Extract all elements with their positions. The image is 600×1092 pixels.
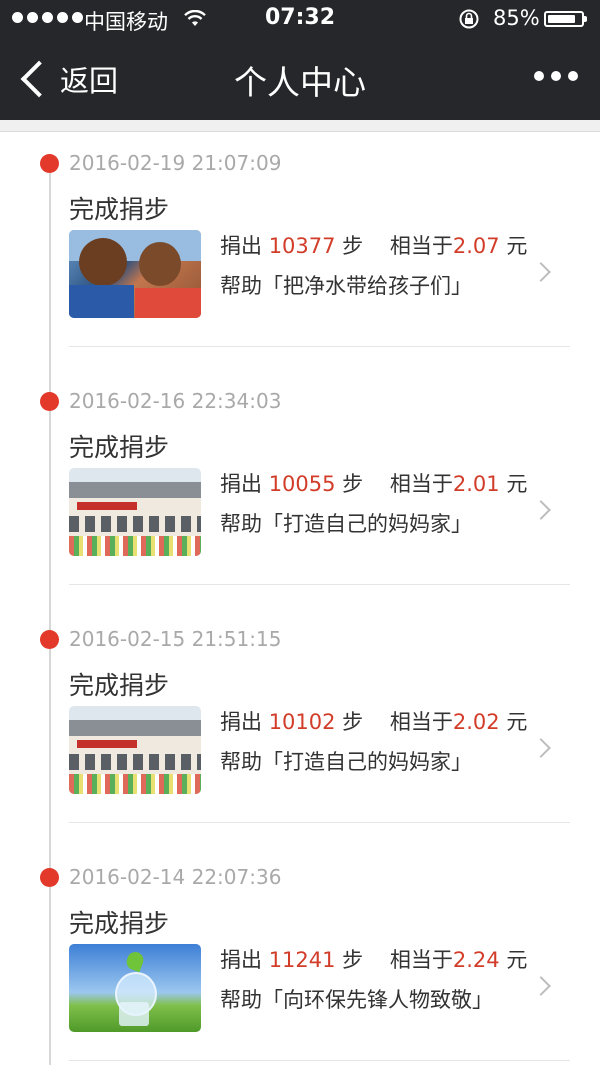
steps-count: 10055 <box>268 472 336 496</box>
entry-action: 完成捐步 <box>69 433 170 462</box>
entry-action: 完成捐步 <box>69 195 170 224</box>
amount-value: 2.02 <box>452 710 500 734</box>
entry-timestamp: 2016-02-19 21:07:09 <box>69 151 282 175</box>
project-thumbnail <box>69 944 201 1032</box>
timeline-dot <box>40 392 59 411</box>
donation-summary: 捐出 10102 步 相当于2.02 元 <box>220 710 528 734</box>
project-name: 帮助「打造自己的妈妈家」 <box>220 512 472 536</box>
timeline-entry: 2016-02-19 21:07:09 完成捐步 捐出 10377 步 相当于2… <box>0 140 600 378</box>
timeline-dot <box>40 868 59 887</box>
entry-action: 完成捐步 <box>69 909 170 938</box>
battery-icon <box>544 11 587 27</box>
donation-summary: 捐出 11241 步 相当于2.24 元 <box>220 948 528 972</box>
timeline-dot <box>40 154 59 173</box>
header-divider <box>0 120 600 132</box>
steps-count: 10102 <box>268 710 336 734</box>
timeline-entry: 2016-02-15 21:51:15 完成捐步 捐出 10102 步 相当于2… <box>0 616 600 854</box>
timeline-entry: 2016-02-14 22:07:36 完成捐步 捐出 11241 步 相当于2… <box>0 854 600 1092</box>
steps-count: 11241 <box>268 948 336 972</box>
steps-count: 10377 <box>268 234 336 258</box>
page-title: 个人中心 <box>234 63 366 102</box>
battery-level <box>548 15 575 23</box>
project-name: 帮助「向环保先锋人物致敬」 <box>220 988 493 1012</box>
chevron-right-icon <box>531 262 551 282</box>
amount-value: 2.01 <box>452 472 500 496</box>
chevron-right-icon <box>531 738 551 758</box>
project-name: 帮助「打造自己的妈妈家」 <box>220 750 472 774</box>
project-thumbnail <box>69 230 201 318</box>
project-name: 帮助「把净水带给孩子们」 <box>220 274 472 298</box>
nav-bar: 返回 个人中心 <box>0 38 600 120</box>
amount-value: 2.07 <box>452 234 500 258</box>
project-thumbnail <box>69 706 201 794</box>
more-options-button[interactable] <box>534 71 578 81</box>
donation-card[interactable]: 捐出 10377 步 相当于2.07 元 帮助「把净水带给孩子们」 <box>69 230 570 318</box>
entry-separator <box>69 584 570 585</box>
more-dots-icon <box>534 71 544 81</box>
timeline-dot <box>40 630 59 649</box>
entry-timestamp: 2016-02-16 22:34:03 <box>69 389 282 413</box>
donation-card[interactable]: 捐出 10102 步 相当于2.02 元 帮助「打造自己的妈妈家」 <box>69 706 570 794</box>
timeline-entry: 2016-02-16 22:34:03 完成捐步 捐出 10055 步 相当于2… <box>0 378 600 616</box>
entry-action: 完成捐步 <box>69 671 170 700</box>
amount-value: 2.24 <box>452 948 500 972</box>
donation-card[interactable]: 捐出 11241 步 相当于2.24 元 帮助「向环保先锋人物致敬」 <box>69 944 570 1032</box>
rotation-lock-icon <box>458 9 480 34</box>
entry-timestamp: 2016-02-15 21:51:15 <box>69 627 282 651</box>
donation-card[interactable]: 捐出 10055 步 相当于2.01 元 帮助「打造自己的妈妈家」 <box>69 468 570 556</box>
battery-percentage: 85% <box>493 6 540 30</box>
entry-timestamp: 2016-02-14 22:07:36 <box>69 865 282 889</box>
entry-separator <box>69 822 570 823</box>
chevron-right-icon <box>531 976 551 996</box>
donation-summary: 捐出 10377 步 相当于2.07 元 <box>220 234 528 258</box>
chevron-right-icon <box>531 500 551 520</box>
status-bar: 中国移动 07:32 85% <box>0 0 600 38</box>
project-thumbnail <box>69 468 201 556</box>
entry-separator <box>69 1060 570 1061</box>
donation-summary: 捐出 10055 步 相当于2.01 元 <box>220 472 528 496</box>
entry-separator <box>69 346 570 347</box>
